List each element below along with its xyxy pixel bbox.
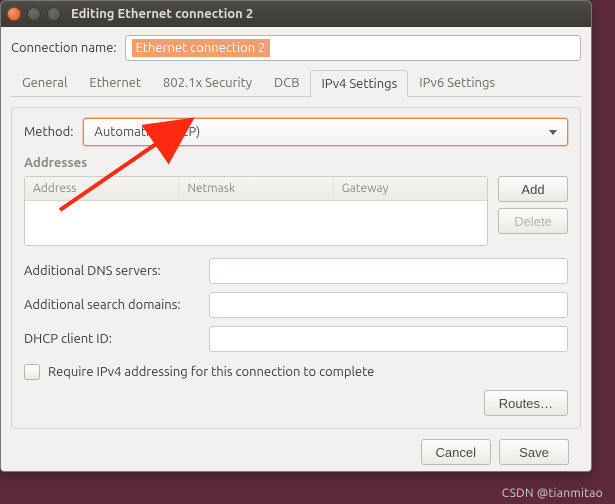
tab-8021x[interactable]: 802.1x Security bbox=[152, 69, 263, 96]
col-address: Address bbox=[25, 177, 179, 200]
addresses-table-header: Address Netmask Gateway bbox=[25, 177, 487, 201]
search-domains-label: Additional search domains: bbox=[24, 298, 199, 312]
cancel-button[interactable]: Cancel bbox=[421, 439, 491, 465]
watermark: CSDN @tianmitao bbox=[502, 487, 603, 500]
dns-servers-label: Additional DNS servers: bbox=[24, 264, 199, 278]
connection-name-input[interactable]: Ethernet connection 2 bbox=[125, 35, 581, 61]
method-label: Method: bbox=[24, 125, 73, 139]
tab-ethernet[interactable]: Ethernet bbox=[78, 69, 152, 96]
maximize-icon[interactable] bbox=[47, 7, 61, 21]
connection-name-label: Connection name: bbox=[11, 41, 117, 55]
connection-name-value: Ethernet connection 2 bbox=[132, 39, 270, 57]
delete-button[interactable]: Delete bbox=[498, 208, 568, 234]
col-gateway: Gateway bbox=[334, 177, 487, 200]
save-button[interactable]: Save bbox=[499, 439, 569, 465]
tab-general[interactable]: General bbox=[11, 69, 78, 96]
close-icon[interactable] bbox=[7, 7, 21, 21]
addresses-section-label: Addresses bbox=[24, 156, 568, 170]
dns-servers-input[interactable] bbox=[209, 258, 568, 284]
dialog-content: Connection name: Ethernet connection 2 G… bbox=[1, 27, 591, 472]
require-ipv4-checkbox[interactable] bbox=[24, 364, 40, 380]
addresses-table[interactable]: Address Netmask Gateway bbox=[24, 176, 488, 246]
minimize-icon[interactable] bbox=[27, 7, 41, 21]
method-value: Automatic (DHCP) bbox=[94, 125, 200, 139]
tab-dcb[interactable]: DCB bbox=[263, 69, 310, 96]
col-netmask: Netmask bbox=[179, 177, 333, 200]
tab-ipv4-settings[interactable]: IPv4 Settings bbox=[310, 70, 408, 97]
tab-ipv6-settings[interactable]: IPv6 Settings bbox=[408, 69, 506, 96]
dhcp-client-id-label: DHCP client ID: bbox=[24, 332, 199, 346]
chevron-down-icon bbox=[549, 130, 557, 135]
titlebar: Editing Ethernet connection 2 bbox=[1, 1, 591, 27]
search-domains-input[interactable] bbox=[209, 292, 568, 318]
window-title: Editing Ethernet connection 2 bbox=[71, 7, 253, 21]
tab-bar: General Ethernet 802.1x Security DCB IPv… bbox=[11, 69, 581, 97]
addresses-table-body bbox=[25, 201, 487, 245]
dhcp-client-id-input[interactable] bbox=[209, 326, 568, 352]
ipv4-panel: Method: Automatic (DHCP) Addresses Addre… bbox=[11, 107, 581, 429]
dialog-footer: Cancel Save bbox=[11, 429, 581, 472]
require-ipv4-label: Require IPv4 addressing for this connect… bbox=[48, 365, 374, 379]
routes-button[interactable]: Routes… bbox=[484, 390, 568, 416]
dialog-window: Editing Ethernet connection 2 Connection… bbox=[0, 0, 592, 472]
method-dropdown[interactable]: Automatic (DHCP) bbox=[83, 118, 568, 146]
add-button[interactable]: Add bbox=[498, 176, 568, 202]
